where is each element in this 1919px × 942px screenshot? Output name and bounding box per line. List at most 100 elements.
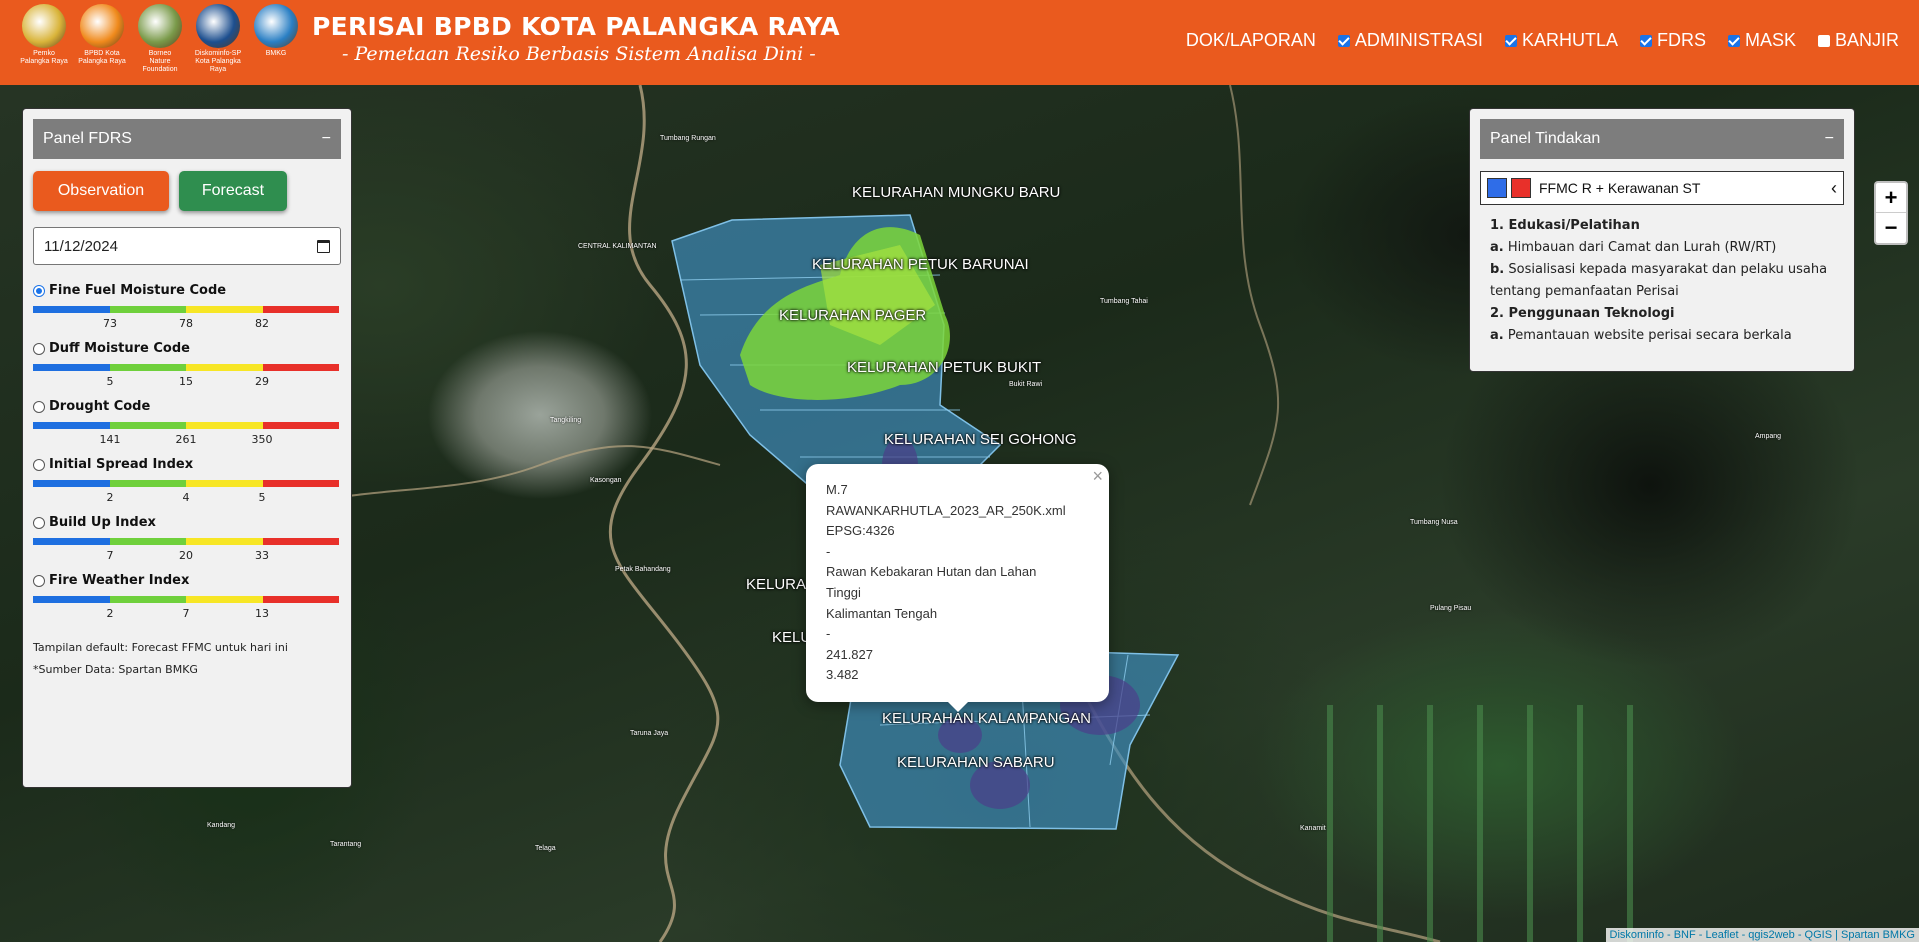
place-name: Pulang Pisau xyxy=(1430,605,1472,612)
scale-segment xyxy=(33,306,110,313)
nav-label: FDRS xyxy=(1656,30,1706,50)
layer-select[interactable]: FFMC R + Kerawanan ST ‹ xyxy=(1480,171,1844,205)
action-key: a. xyxy=(1490,240,1504,255)
index-option[interactable]: Build Up Index xyxy=(33,515,341,530)
default-note: Tampilan default: Forecast FFMC untuk ha… xyxy=(33,641,288,654)
calendar-icon[interactable] xyxy=(317,239,330,253)
checkbox-mask[interactable] xyxy=(1727,34,1740,47)
index-name: Drought Code xyxy=(49,399,151,414)
zoom-in-button[interactable]: + xyxy=(1876,183,1906,213)
scale-ticks: 2 7 13 xyxy=(33,603,339,620)
action-key: b. xyxy=(1490,262,1505,277)
pemko-emblem-icon xyxy=(22,4,66,48)
scale-tick: 5 xyxy=(106,375,114,388)
index-option[interactable]: Fire Weather Index xyxy=(33,573,341,588)
zoom-out-button[interactable]: − xyxy=(1876,213,1906,243)
index-radio[interactable] xyxy=(33,574,45,587)
scale-tick: 29 xyxy=(255,375,269,388)
layer-select-label: FFMC R + Kerawanan ST xyxy=(1539,180,1701,196)
logo-caption: BPBD Kota Palangka Raya xyxy=(78,50,126,65)
scale-segment xyxy=(33,422,110,429)
place-name: Kanamit xyxy=(1300,825,1326,832)
index-radio[interactable] xyxy=(33,458,45,471)
logo-caption: BMKG xyxy=(265,50,287,57)
action-text: Pemantauan website perisai secara berkal… xyxy=(1507,328,1792,343)
index-option[interactable]: Fine Fuel Moisture Code xyxy=(33,283,341,298)
checkbox-banjir[interactable] xyxy=(1817,34,1830,47)
index-item: Duff Moisture Code 5 15 29 xyxy=(33,341,341,388)
index-radio[interactable] xyxy=(33,284,45,297)
date-field[interactable]: 11/12/2024 xyxy=(33,227,341,265)
scale-segment xyxy=(33,364,110,371)
action-item: a. Pemantauan website perisai secara ber… xyxy=(1490,325,1844,347)
scale-segment xyxy=(262,364,339,371)
title-block: PERISAI BPBD KOTA PALANGKA RAYA - Pemeta… xyxy=(312,12,840,65)
nav-label: BANJIR xyxy=(1834,30,1899,50)
popup-line: EPSG:4326 xyxy=(826,523,895,539)
logo-caption: Pemko Palangka Raya xyxy=(20,50,68,65)
color-scale xyxy=(33,364,339,371)
tindakan-panel-header: Panel Tindakan − xyxy=(1480,119,1844,159)
index-radio[interactable] xyxy=(33,400,45,413)
app-header: Pemko Palangka Raya BPBD Kota Palangka Ra… xyxy=(0,0,1919,85)
forecast-button[interactable]: Forecast xyxy=(179,171,287,211)
diskominfo-logo: Diskominfo-SP Kota Palangka Raya xyxy=(192,4,244,74)
nav-dok-laporan[interactable]: DOK/LAPORAN xyxy=(1186,30,1316,51)
checkbox-administrasi[interactable] xyxy=(1337,34,1350,47)
scale-segment xyxy=(186,596,263,603)
popup-content: M.7 RAWANKARHUTLA_2023_AR_250K.xml EPSG:43… xyxy=(826,480,1089,686)
site-subtitle: - Pemetaan Resiko Berbasis Sistem Analis… xyxy=(342,43,816,65)
checkbox-karhutla[interactable] xyxy=(1504,34,1517,47)
scale-ticks: 141 261 350 xyxy=(33,429,339,446)
scale-tick: 350 xyxy=(251,433,273,446)
fdrs-minimize-button[interactable]: − xyxy=(322,130,331,148)
popup-close-button[interactable]: × xyxy=(1092,466,1103,487)
scale-segment xyxy=(262,306,339,313)
scale-tick: 20 xyxy=(179,549,193,562)
index-item: Fire Weather Index 2 7 13 xyxy=(33,573,341,620)
tindakan-panel: Panel Tindakan − FFMC R + Kerawanan ST ‹… xyxy=(1469,108,1855,372)
place-name: CENTRAL KALIMANTAN xyxy=(578,243,657,250)
observation-button[interactable]: Observation xyxy=(33,171,169,211)
popup-line: - xyxy=(826,626,831,642)
index-option[interactable]: Duff Moisture Code xyxy=(33,341,341,356)
index-radio[interactable] xyxy=(33,516,45,529)
kelurahan-label: KELURAHAN PETUK BARUNAI xyxy=(812,256,1029,273)
chevron-left-icon[interactable]: ‹ xyxy=(1831,178,1837,199)
nav-mask[interactable]: MASK xyxy=(1727,30,1796,51)
scale-tick: 141 xyxy=(99,433,121,446)
place-name: Tarantang xyxy=(330,841,362,848)
scale-tick: 7 xyxy=(182,607,190,620)
mode-buttons: Observation Forecast xyxy=(33,171,341,211)
fdrs-panel-header: Panel FDRS − xyxy=(33,119,341,159)
popup-line: Tinggi xyxy=(826,584,861,600)
checkbox-fdrs[interactable] xyxy=(1639,34,1652,47)
scale-segment xyxy=(186,364,263,371)
nav-fdrs[interactable]: FDRS xyxy=(1639,30,1706,51)
map-attribution[interactable]: Diskominfo - BNF - Leaflet - qgis2web - … xyxy=(1605,928,1919,942)
nav-karhutla[interactable]: KARHUTLA xyxy=(1504,30,1618,51)
river xyxy=(299,445,721,506)
popup-line: RAWANKARHUTLA_2023_AR_250K.xml xyxy=(826,502,1066,518)
top-nav: DOK/LAPORAN ADMINISTRASI KARHUTLA FDRS MASK B… xyxy=(1186,30,1899,51)
bpbd-logo: BPBD Kota Palangka Raya xyxy=(76,4,128,74)
nav-label: ADMINISTRASI xyxy=(1354,30,1483,50)
pemko-logo: Pemko Palangka Raya xyxy=(18,4,70,74)
scale-segment xyxy=(109,364,186,371)
scale-tick: 261 xyxy=(175,433,197,446)
index-list: Fine Fuel Moisture Code 73 78 82 Duff Moistu… xyxy=(23,283,351,620)
scale-tick: 33 xyxy=(255,549,269,562)
scale-segment xyxy=(262,596,339,603)
nav-label: DOK/LAPORAN xyxy=(1185,30,1316,50)
index-radio[interactable] xyxy=(33,342,45,355)
nav-banjir[interactable]: BANJIR xyxy=(1817,30,1899,51)
nav-administrasi[interactable]: ADMINISTRASI xyxy=(1337,30,1483,51)
index-name: Initial Spread Index xyxy=(49,457,194,472)
bnf-emblem-icon xyxy=(138,4,182,48)
index-name: Fine Fuel Moisture Code xyxy=(49,283,227,298)
index-option[interactable]: Initial Spread Index xyxy=(33,457,341,472)
scale-tick: 4 xyxy=(182,491,190,504)
scale-tick: 78 xyxy=(179,317,193,330)
index-option[interactable]: Drought Code xyxy=(33,399,341,414)
tindakan-minimize-button[interactable]: − xyxy=(1825,130,1834,148)
